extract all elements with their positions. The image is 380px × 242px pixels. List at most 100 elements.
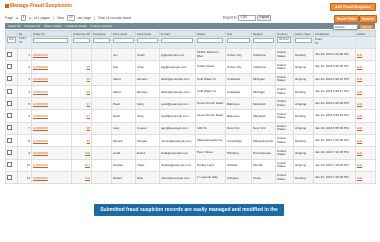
reset-filter-button[interactable]: Reset Filter — [334, 15, 359, 23]
cell-action[interactable]: Edit — [355, 109, 376, 123]
cell-cust[interactable]: 96 — [71, 84, 92, 99]
cell-type: blocking — [293, 109, 314, 123]
cell-order[interactable]: 100000011 — [31, 170, 72, 185]
submit-button[interactable]: Submit — [359, 24, 373, 29]
cell-action[interactable]: Edit — [355, 170, 376, 185]
cell-cust[interactable]: 96 — [71, 72, 92, 86]
cell-cust[interactable]: 98 — [71, 121, 92, 136]
cell-created: Jan 23, 2016 7:10:45 PM — [313, 146, 356, 160]
cell-action[interactable]: Edit — [355, 134, 376, 148]
cell-action[interactable]: Edit — [355, 121, 376, 136]
export-format-select[interactable]: CSV — [238, 15, 257, 21]
cell-action[interactable]: Edit — [355, 60, 376, 74]
export-button[interactable]: Export — [257, 15, 272, 21]
row-checkbox-cell[interactable] — [5, 170, 18, 185]
row-checkbox-cell[interactable] — [5, 146, 18, 160]
add-fraud-suspicion-button[interactable]: Add Fraud Suspicion — [330, 3, 376, 11]
cell-order[interactable]: 100000009 — [31, 146, 72, 160]
cell-action[interactable]: Edit — [355, 72, 376, 86]
filter-city[interactable] — [225, 36, 252, 49]
page-input[interactable]: 1 — [20, 15, 27, 21]
cell-order[interactable]: 100000008 — [31, 134, 72, 148]
cell-order[interactable]: 100000010 — [31, 158, 72, 172]
cell-order[interactable]: 100000004 — [31, 84, 72, 99]
row-checkbox[interactable] — [7, 113, 12, 119]
row-checkbox-cell[interactable] — [5, 134, 18, 148]
row-checkbox[interactable] — [7, 63, 12, 69]
cell-cust[interactable]: 101 — [71, 158, 92, 172]
cell-cust[interactable]: 97 — [71, 97, 92, 111]
export-label: Export to: — [223, 15, 238, 20]
cell-action[interactable]: Edit — [355, 47, 376, 62]
row-checkbox[interactable] — [7, 162, 12, 168]
select-visible-link[interactable]: Select Visible — [44, 24, 62, 28]
prev-page-icon[interactable]: ◂ — [16, 16, 18, 21]
cell-action[interactable]: Edit — [355, 97, 376, 111]
row-checkbox-cell[interactable] — [5, 60, 18, 74]
row-checkbox[interactable] — [7, 174, 12, 180]
cell-last: Evans — [135, 146, 160, 160]
filter-email[interactable] — [159, 36, 196, 49]
table-row[interactable]: 8 100000008 99 Monica Morgan monica@example.c… — [5, 134, 376, 148]
unselect-visible-link[interactable]: Unselect Visible — [66, 24, 87, 28]
row-checkbox-cell[interactable] — [5, 72, 18, 86]
cell-order[interactable]: 100000001 — [31, 47, 72, 62]
filter-first-name[interactable] — [111, 36, 136, 49]
filter-street[interactable] — [195, 36, 226, 49]
row-checkbox-cell[interactable] — [5, 109, 18, 123]
cell-first: Pearl — [111, 97, 136, 111]
cell-action[interactable]: Edit — [355, 84, 376, 99]
per-page-select[interactable]: 20 — [66, 15, 75, 21]
filter-any[interactable]: Any — [5, 36, 18, 49]
filter-action-type[interactable] — [293, 36, 314, 49]
cell-order[interactable]: 100000002 — [31, 60, 72, 74]
row-checkbox[interactable] — [7, 150, 12, 156]
row-checkbox[interactable] — [7, 76, 12, 82]
cell-order[interactable]: 100000007 — [31, 121, 72, 136]
table-row[interactable]: 2 100000002 95 Kay Chen kay@example.com Coffee… — [5, 60, 376, 74]
actions-select[interactable]: Actions — [332, 23, 358, 30]
table-row[interactable]: 10 100000010 101 Nicolas Vitale nicolas@examp… — [5, 158, 376, 172]
row-checkbox-cell[interactable] — [5, 47, 18, 62]
row-checkbox[interactable] — [7, 51, 12, 57]
cell-cust[interactable]: 99 — [71, 134, 92, 148]
row-checkbox[interactable] — [7, 100, 12, 106]
table-row[interactable]: 3 100000003 96 Albert Einstein albert@example… — [5, 72, 376, 86]
cell-cust[interactable]: 102 — [71, 170, 92, 185]
cell-action[interactable]: Edit — [355, 146, 376, 160]
cell-city: Orlando — [225, 158, 252, 172]
table-row[interactable]: 9 100000009 100 Linda Evans linda@example.com… — [5, 146, 376, 160]
search-button[interactable]: Search — [359, 15, 377, 23]
table-row[interactable]: 5 100000005 97 Pearl Story pearl@example.com G… — [5, 97, 376, 111]
row-checkbox-cell[interactable] — [5, 158, 18, 172]
cell-order[interactable]: 100000005 — [31, 97, 72, 111]
row-checkbox-cell[interactable] — [5, 84, 18, 99]
cell-cust[interactable] — [71, 47, 92, 62]
filter-country[interactable]: All Cou — [275, 36, 294, 49]
cell-cust[interactable]: 95 — [71, 60, 92, 74]
row-checkbox[interactable] — [7, 88, 12, 94]
cell-action[interactable]: Edit — [355, 158, 376, 172]
filter-region[interactable] — [251, 36, 276, 49]
filter-customer-id[interactable] — [71, 36, 92, 49]
filter-order-id[interactable] — [31, 36, 72, 49]
row-checkbox[interactable] — [7, 125, 12, 131]
filter-last-name[interactable] — [135, 36, 160, 49]
select-all-link[interactable]: Select All — [8, 24, 20, 28]
row-checkbox-cell[interactable] — [5, 121, 18, 136]
table-row[interactable]: 6 100000006 97 Pearl Story pearl@example.com G… — [5, 109, 376, 123]
row-checkbox[interactable] — [7, 137, 12, 143]
table-row[interactable]: 1 100000001 Jon Smith jp@example.com 15401 Je… — [5, 47, 376, 62]
filter-company[interactable] — [91, 36, 112, 49]
row-checkbox-cell[interactable] — [5, 97, 18, 111]
table-row[interactable]: 7 100000007 98 Gary Cooper gary@example.com 10… — [5, 121, 376, 136]
table-row[interactable]: 11 100000011 102 Robert Rips robert@example.c… — [5, 170, 376, 185]
cell-order[interactable]: 100000003 — [31, 72, 72, 86]
unselect-all-link[interactable]: Unselect All — [24, 24, 40, 28]
cell-cust[interactable]: 97 — [71, 109, 92, 123]
cell-order[interactable]: 100000006 — [31, 109, 72, 123]
table-row[interactable]: 4 100000004 96 Albert Einstein albert@example… — [5, 84, 376, 99]
next-page-icon[interactable]: ▸ — [29, 16, 31, 21]
filter-created-at: From: To: — [313, 36, 356, 49]
cell-cust[interactable]: 100 — [71, 146, 92, 160]
